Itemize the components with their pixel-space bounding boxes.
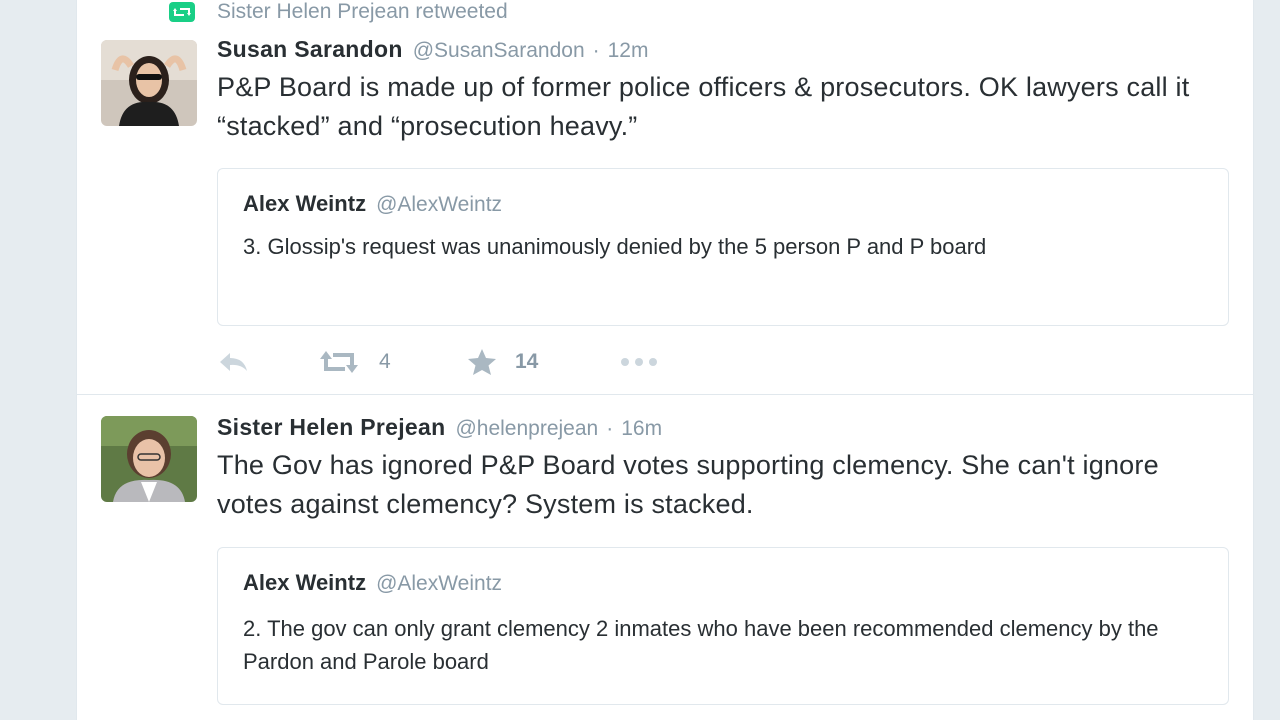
star-icon [467,348,497,376]
tweet-content: Susan Sarandon @SusanSarandon · 12m P&P … [217,36,1229,326]
tweet[interactable]: Sister Helen Prejean @helenprejean · 16m… [77,395,1253,720]
retweet-icon [169,2,195,22]
retweet-button[interactable]: 4 [319,349,467,375]
separator: · [606,417,614,440]
quoted-author-name: Alex Weintz [243,191,367,216]
avatar[interactable] [101,416,197,502]
tweet-header: Sister Helen Prejean @helenprejean · 16m [217,414,1229,444]
timeline: Sister Helen Prejean retweeted Susan Sar… [76,0,1254,720]
quoted-tweet-header: Alex Weintz @AlexWeintz [243,191,1203,219]
quoted-tweet-text: 2. The gov can only grant clemency 2 inm… [243,616,1159,674]
author-username[interactable]: @helenprejean [455,417,598,441]
tweet-actions: 4 14 [217,346,659,378]
quoted-tweet[interactable]: Alex Weintz @AlexWeintz 3. Glossip's req… [217,168,1229,326]
quoted-tweet[interactable]: Alex Weintz @AlexWeintz 2. The gov can o… [217,547,1229,705]
tweet[interactable]: Sister Helen Prejean retweeted Susan Sar… [77,0,1253,395]
retweet-context[interactable]: Sister Helen Prejean retweeted [169,0,508,24]
tweet-header: Susan Sarandon @SusanSarandon · 12m [217,36,1229,66]
timestamp[interactable]: 16m [621,417,662,441]
quoted-tweet-header: Alex Weintz @AlexWeintz [243,570,1203,598]
more-icon [619,356,659,368]
quoted-author-username: @AlexWeintz [376,193,503,216]
reply-icon [217,350,251,374]
separator: · [592,39,600,62]
avatar[interactable] [101,40,197,126]
retweet-context-text: Sister Helen Prejean retweeted [217,0,508,23]
author-name[interactable]: Susan Sarandon [217,36,403,63]
author-username[interactable]: @SusanSarandon [413,39,585,63]
quoted-author-username: @AlexWeintz [376,572,503,595]
tweet-text: The Gov has ignored P&P Board votes supp… [217,450,1159,519]
quoted-tweet-text: 3. Glossip's request was unanimously den… [243,234,987,259]
timestamp[interactable]: 12m [608,39,649,63]
quoted-author-name: Alex Weintz [243,570,367,595]
reply-button[interactable] [217,350,319,374]
retweet-count: 4 [379,350,391,373]
favorite-button[interactable]: 14 [467,348,619,376]
tweet-content: Sister Helen Prejean @helenprejean · 16m… [217,414,1229,705]
retweet-icon [319,349,359,375]
tweet-text: P&P Board is made up of former police of… [217,72,1190,141]
author-name[interactable]: Sister Helen Prejean [217,414,445,441]
more-button[interactable] [619,356,659,368]
favorite-count: 14 [515,350,539,373]
